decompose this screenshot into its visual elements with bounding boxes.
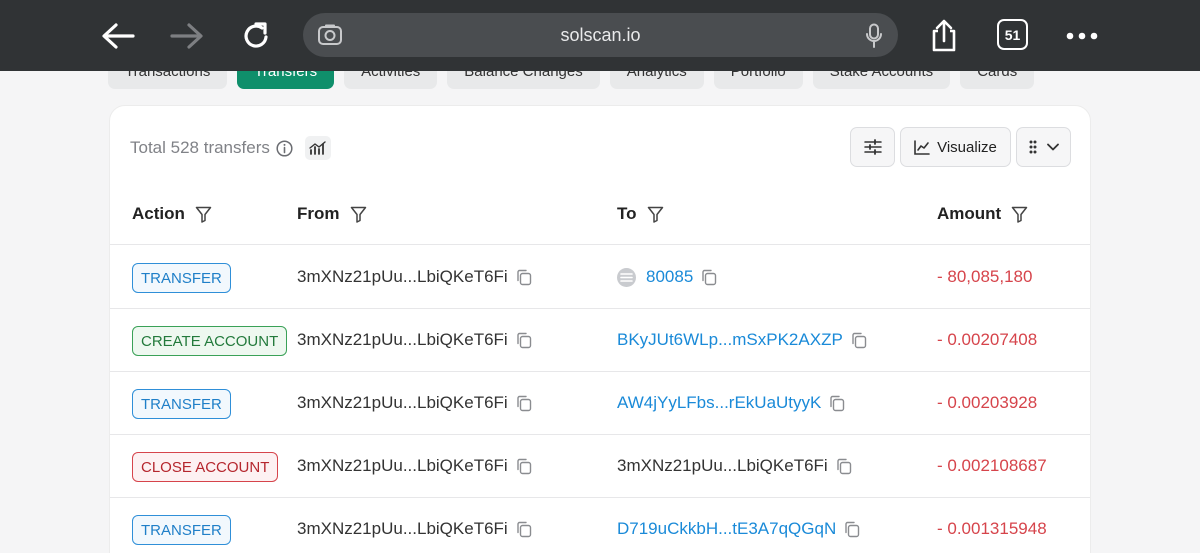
table-row: TRANSFER 3mXNz21pUu...LbiQKeT6Fi D719uCkkb… <box>110 498 1090 553</box>
from-address-cell: 3mXNz21pUu...LbiQKeT6Fi <box>297 393 532 413</box>
from-address[interactable]: 3mXNz21pUu...LbiQKeT6Fi <box>297 519 508 539</box>
from-address[interactable]: 3mXNz21pUu...LbiQKeT6Fi <box>297 456 508 476</box>
back-button[interactable] <box>96 14 140 58</box>
column-amount-label: Amount <box>937 204 1002 223</box>
copy-icon[interactable] <box>516 458 532 475</box>
reload-icon <box>244 22 268 48</box>
column-from: From <box>297 204 367 224</box>
column-from-label: From <box>297 204 340 223</box>
forward-arrow-icon <box>170 23 203 49</box>
more-icon <box>1066 32 1098 40</box>
column-action-label: Action <box>132 204 185 223</box>
filter-settings-icon <box>863 139 882 155</box>
column-options-button[interactable] <box>1016 127 1071 167</box>
action-badge: CREATE ACCOUNT <box>132 326 288 356</box>
visualize-label: Visualize <box>937 138 997 156</box>
amount-value: - 0.001315948 <box>937 519 1047 538</box>
visualize-button[interactable]: Visualize <box>900 127 1011 167</box>
to-address[interactable]: AW4jYyLFbs...rEkUaUtyyK <box>617 393 821 413</box>
to-address-cell: AW4jYyLFbs...rEkUaUtyyK <box>617 393 845 413</box>
from-address-cell: 3mXNz21pUu...LbiQKeT6Fi <box>297 519 532 539</box>
copy-icon[interactable] <box>516 521 532 538</box>
tabs-count-button[interactable]: 51 <box>997 19 1028 50</box>
transfers-card: Total 528 transfers Visualize Action Fro… <box>109 105 1091 553</box>
copy-icon[interactable] <box>516 332 532 349</box>
table-row: TRANSFER 3mXNz21pUu...LbiQKeT6Fi 80085 - 80… <box>110 246 1090 309</box>
to-address[interactable]: D719uCkkbH...tE3A7qQGqN <box>617 519 836 539</box>
copy-icon[interactable] <box>844 521 860 538</box>
chevron-down-icon <box>1046 143 1059 151</box>
to-address-cell: BKyJUt6WLp...mSxPK2AXZP <box>617 330 867 350</box>
action-badge: TRANSFER <box>132 263 231 293</box>
to-address-cell: 3mXNz21pUu...LbiQKeT6Fi <box>617 456 852 476</box>
to-address[interactable]: 80085 <box>646 267 693 287</box>
copy-icon[interactable] <box>516 269 532 286</box>
more-button[interactable] <box>1060 14 1104 58</box>
reload-button[interactable] <box>234 14 278 58</box>
funnel-icon[interactable] <box>1011 206 1028 223</box>
action-badge: CLOSE ACCOUNT <box>132 452 279 482</box>
browser-toolbar: solscan.io 51 <box>0 0 1200 71</box>
column-amount: Amount <box>937 204 1028 224</box>
amount-value: - 0.00203928 <box>937 393 1038 412</box>
mic-icon[interactable] <box>864 23 884 54</box>
filter-settings-button[interactable] <box>850 127 895 167</box>
table-row: CLOSE ACCOUNT 3mXNz21pUu...LbiQKeT6Fi 3mXN… <box>110 435 1090 498</box>
chart-icon[interactable] <box>304 136 331 160</box>
share-icon <box>932 19 956 52</box>
copy-icon[interactable] <box>516 395 532 412</box>
from-address[interactable]: 3mXNz21pUu...LbiQKeT6Fi <box>297 393 508 413</box>
funnel-icon[interactable] <box>647 206 664 223</box>
column-action: Action <box>132 204 212 224</box>
copy-icon[interactable] <box>836 458 852 475</box>
column-to-label: To <box>617 204 637 223</box>
forward-button[interactable] <box>165 14 209 58</box>
from-address-cell: 3mXNz21pUu...LbiQKeT6Fi <box>297 456 532 476</box>
from-address[interactable]: 3mXNz21pUu...LbiQKeT6Fi <box>297 330 508 350</box>
amount-value: - 0.002108687 <box>937 456 1047 475</box>
from-address-cell: 3mXNz21pUu...LbiQKeT6Fi <box>297 267 532 287</box>
action-badge: TRANSFER <box>132 515 231 545</box>
table-row: TRANSFER 3mXNz21pUu...LbiQKeT6Fi AW4jYyLFb… <box>110 372 1090 435</box>
to-address-cell: D719uCkkbH...tE3A7qQGqN <box>617 519 860 539</box>
amount-value: - 80,085,180 <box>937 267 1033 286</box>
to-address[interactable]: 3mXNz21pUu...LbiQKeT6Fi <box>617 456 828 476</box>
table-row: CREATE ACCOUNT 3mXNz21pUu...LbiQKeT6Fi BKy… <box>110 309 1090 372</box>
back-arrow-icon <box>102 23 135 49</box>
column-to: To <box>617 204 664 224</box>
table-header: Action From To Amount <box>110 184 1090 245</box>
funnel-icon[interactable] <box>195 206 212 223</box>
total-transfers-label: Total 528 transfers <box>130 138 270 157</box>
visualize-chart-icon <box>914 139 930 155</box>
funnel-icon[interactable] <box>350 206 367 223</box>
to-address[interactable]: BKyJUt6WLp...mSxPK2AXZP <box>617 330 843 350</box>
url-text: solscan.io <box>560 25 641 45</box>
share-button[interactable] <box>922 14 966 58</box>
copy-icon[interactable] <box>851 332 867 349</box>
address-bar[interactable]: solscan.io <box>303 13 898 57</box>
to-address-cell: 80085 <box>617 267 717 287</box>
from-address[interactable]: 3mXNz21pUu...LbiQKeT6Fi <box>297 267 508 287</box>
grid-dots-icon <box>1029 140 1036 154</box>
amount-value: - 0.00207408 <box>937 330 1038 349</box>
token-icon <box>617 267 636 287</box>
info-icon[interactable] <box>276 139 293 157</box>
total-transfers: Total 528 transfers <box>130 136 331 160</box>
action-badge: TRANSFER <box>132 389 231 419</box>
copy-icon[interactable] <box>829 395 845 412</box>
copy-icon[interactable] <box>701 269 717 286</box>
from-address-cell: 3mXNz21pUu...LbiQKeT6Fi <box>297 330 532 350</box>
